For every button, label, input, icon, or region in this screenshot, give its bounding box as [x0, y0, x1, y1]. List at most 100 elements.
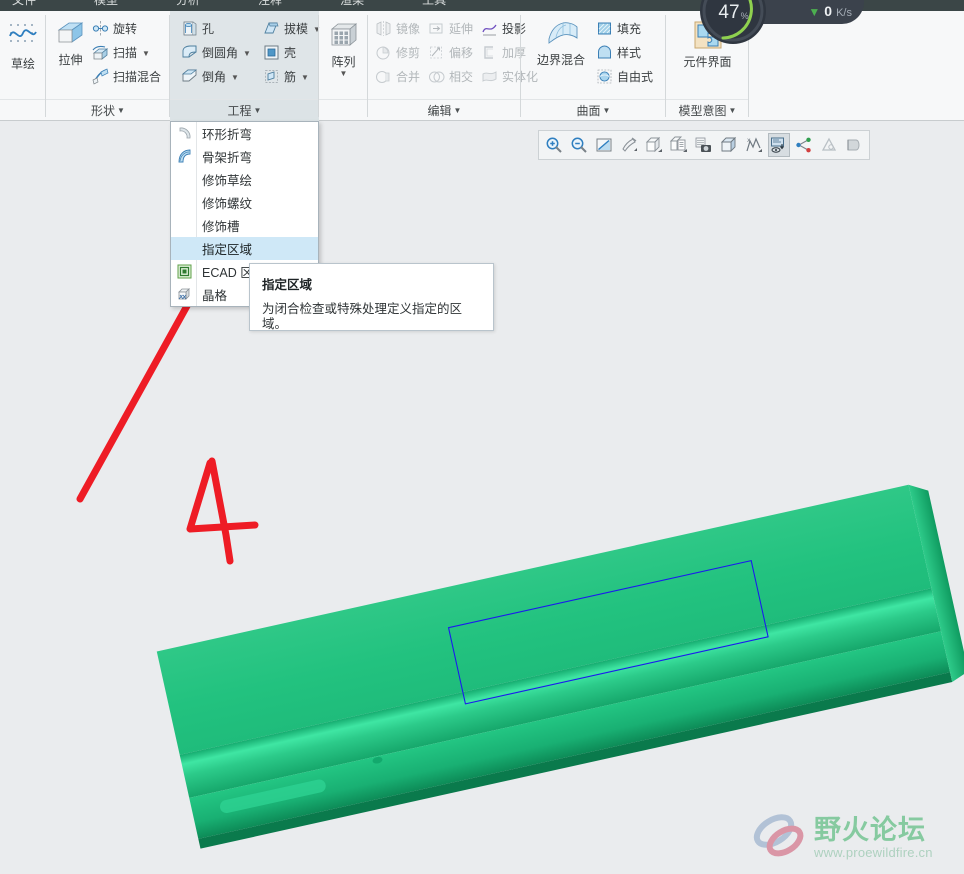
hole-button[interactable]: 孔 — [178, 17, 254, 39]
menu-tab-1[interactable]: 模型 — [88, 0, 124, 8]
chevron-down-icon[interactable]: ▼ — [254, 106, 262, 115]
fill-button[interactable]: 填充 — [593, 17, 656, 39]
zoom-out-icon[interactable] — [568, 133, 590, 157]
menu-item-cosmetic-groove[interactable]: 修饰槽 — [171, 214, 318, 237]
intersect-icon — [428, 68, 445, 85]
style-button[interactable]: 样式 — [593, 41, 656, 63]
mirror-icon — [375, 20, 392, 37]
menu-tab-2[interactable]: 分析 — [170, 0, 206, 8]
trim-button-label: 修剪 — [396, 45, 421, 60]
spin-center-icon[interactable] — [793, 133, 815, 157]
ribbon-group-edit-title-label: 编辑 — [427, 104, 452, 118]
repaint-icon[interactable] — [618, 133, 640, 157]
shadow-icon[interactable] — [843, 133, 865, 157]
forum-logo-icon — [752, 809, 808, 868]
menu-item-spinal-bend[interactable]: 骨架折弯 — [171, 145, 318, 168]
pattern-button[interactable]: 阵列 ▼ — [325, 17, 362, 78]
round-button[interactable]: 倒圆角 ▼ — [178, 41, 254, 63]
mirror-button-label: 镜像 — [396, 21, 421, 36]
chamfer-button-label: 倒角 — [202, 69, 227, 84]
chevron-down-icon[interactable]: ▼ — [243, 49, 251, 58]
freestyle-icon — [596, 68, 613, 85]
sketch-icon — [8, 22, 38, 52]
graphics-viewport[interactable] — [0, 121, 964, 874]
ribbon-group-edit-title[interactable]: 编辑 ▼ — [368, 99, 521, 121]
component-interface-button-label: 元件界面 — [683, 55, 732, 69]
divider — [748, 15, 749, 117]
ribbon-group-engineering: 孔 倒圆角 ▼ 倒角 ▼ 拔模 ▼ 壳 筋 ▼ 工程 ▼ — [170, 11, 321, 121]
style-button-label: 样式 — [617, 45, 642, 60]
intersect-button[interactable]: 相交 — [425, 65, 476, 87]
datum-display-icon[interactable]: x — [743, 133, 765, 157]
merge-button[interactable]: 合并 — [372, 65, 423, 87]
menu-item-cosmetic-sketch[interactable]: 修饰草绘 — [171, 168, 318, 191]
chevron-down-icon[interactable]: ▼ — [117, 106, 125, 115]
fill-icon — [596, 20, 613, 37]
chevron-down-icon[interactable]: ▼ — [301, 73, 309, 82]
menu-tab-4[interactable]: 渲染 — [334, 0, 370, 8]
freestyle-button[interactable]: 自由式 — [593, 65, 656, 87]
ribbon-group-pattern-title — [319, 99, 368, 121]
tooltip-title: 指定区域 — [262, 278, 313, 292]
chevron-down-icon[interactable]: ▼ — [142, 49, 150, 58]
display-style-icon[interactable] — [718, 133, 740, 157]
rib-icon — [263, 68, 280, 85]
ribbon-group-surface-title[interactable]: 曲面 ▼ — [521, 99, 666, 121]
boundary-blend-button[interactable]: 边界混合 — [529, 15, 593, 68]
round-icon — [181, 44, 198, 61]
ribbon-group-model-intent-title-label: 模型意图 — [678, 104, 727, 118]
component-interface-button[interactable]: 元件界面 — [672, 17, 743, 70]
menu-item-cosmetic-thread-label: 修饰螺纹 — [202, 197, 253, 211]
ribbon-group-surface-title-label: 曲面 — [576, 104, 601, 118]
menu-item-cosmetic-thread[interactable]: 修饰螺纹 — [171, 191, 318, 214]
watermark-text: 野火论坛 www.proewildfire.cn — [814, 816, 933, 861]
shell-button[interactable]: 壳 — [260, 41, 324, 63]
draft-button[interactable]: 拔模 ▼ — [260, 17, 324, 39]
chevron-down-icon[interactable]: ▼ — [454, 106, 462, 115]
surface-small-buttons: 填充 样式 自由式 — [593, 15, 656, 87]
menu-tab-3[interactable]: 注释 — [252, 0, 288, 8]
perspective-icon[interactable] — [818, 133, 840, 157]
sweep-button[interactable]: 扫描 ▼ — [89, 41, 164, 63]
tooltip-description: 为闭合检查或特殊处理定义指定的区域。 — [262, 302, 463, 331]
edit-col-2: 延伸 偏移 相交 — [425, 15, 476, 87]
rib-button[interactable]: 筋 ▼ — [260, 65, 324, 87]
chevron-down-icon[interactable]: ▼ — [729, 106, 737, 115]
ribbon-group-engineering-title[interactable]: 工程 ▼ — [170, 99, 319, 121]
extrude-button[interactable]: 拉伸 — [52, 15, 89, 68]
ribbon-group-shape-title[interactable]: 形状 ▼ — [46, 99, 170, 121]
freestyle-button-label: 自由式 — [617, 69, 654, 84]
menu-bar-tabs: 文件 模型 分析 注释 渲染 工具 — [0, 0, 452, 8]
offset-button[interactable]: 偏移 — [425, 41, 476, 63]
chevron-down-icon[interactable]: ▼ — [603, 106, 611, 115]
menu-tab-0[interactable]: 文件 — [6, 0, 42, 8]
refit-icon[interactable] — [593, 133, 615, 157]
chamfer-button[interactable]: 倒角 ▼ — [178, 65, 254, 87]
forum-watermark: 野火论坛 www.proewildfire.cn — [752, 807, 958, 869]
sketch-button[interactable]: 草绘 — [6, 19, 40, 72]
saved-orientations-icon[interactable] — [643, 133, 665, 157]
draft-icon — [263, 20, 280, 37]
chevron-down-icon[interactable]: ▼ — [340, 70, 348, 78]
menu-item-specify-area[interactable]: 指定区域 — [171, 237, 318, 260]
revolve-button[interactable]: 旋转 — [89, 17, 164, 39]
shape-small-buttons: 旋转 扫描 ▼ 扫描混合 — [89, 15, 164, 87]
ribbon-group-model-intent-title[interactable]: 模型意图 ▼ — [666, 99, 749, 121]
named-view-camera-icon[interactable] — [693, 133, 715, 157]
extrude-button-label: 拉伸 — [58, 53, 83, 67]
swept-blend-button[interactable]: 扫描混合 — [89, 65, 164, 87]
tooltip: 指定区域 为闭合检查或特殊处理定义指定的区域。 — [249, 263, 494, 331]
chevron-down-icon[interactable]: ▼ — [231, 73, 239, 82]
pattern-button-label: 阵列 — [331, 55, 356, 69]
ribbon-group-sketch-title — [0, 99, 46, 121]
zoom-in-icon[interactable] — [543, 133, 565, 157]
trim-button[interactable]: 修剪 — [372, 41, 423, 63]
menu-item-toroidal-bend[interactable]: 环形折弯 — [171, 122, 318, 145]
menu-tab-5[interactable]: 工具 — [416, 0, 452, 8]
extrude-icon — [55, 18, 85, 48]
mirror-button[interactable]: 镜像 — [372, 17, 423, 39]
view-manager-icon[interactable] — [668, 133, 690, 157]
extend-button[interactable]: 延伸 — [425, 17, 476, 39]
annotation-display-icon[interactable] — [768, 133, 790, 157]
round-button-label: 倒圆角 — [202, 45, 239, 60]
